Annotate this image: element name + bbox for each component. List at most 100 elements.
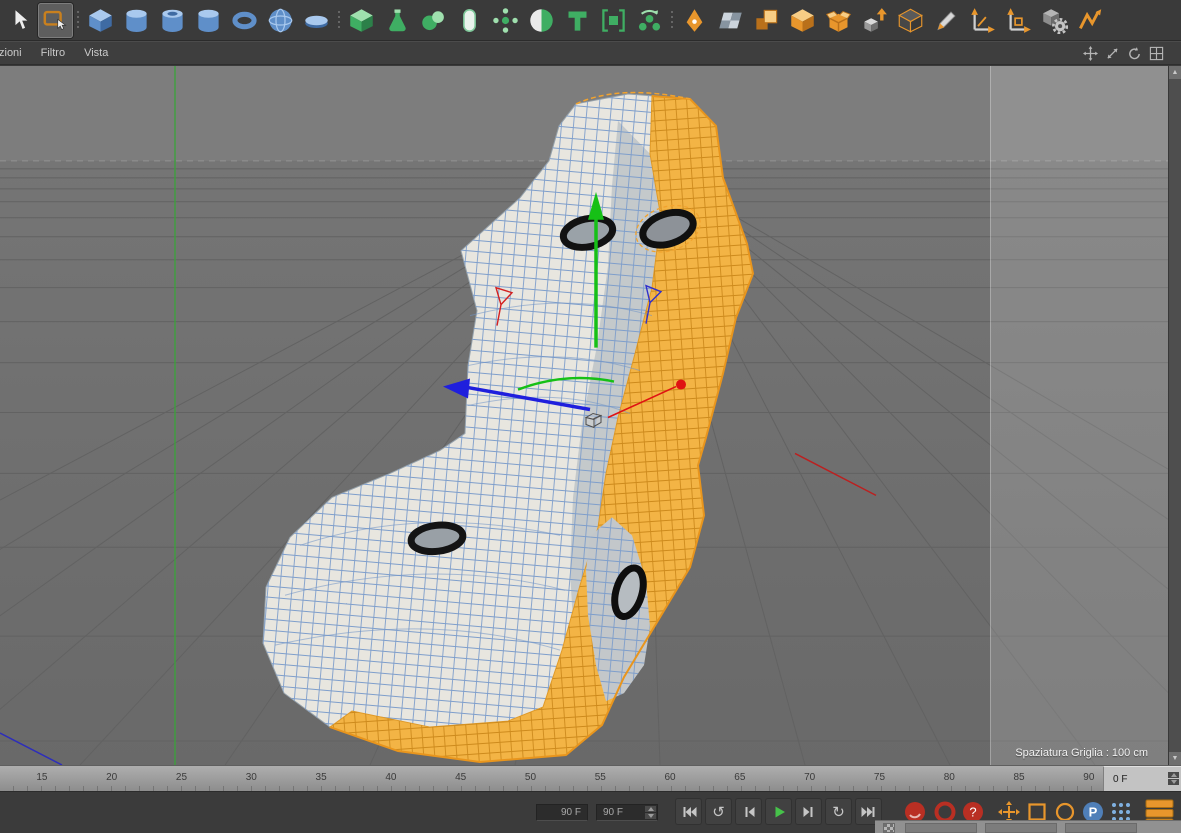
sphere-primitive-icon [267, 7, 294, 34]
zoom-view-icon [1107, 48, 1118, 59]
svg-text:P: P [1089, 805, 1098, 820]
frame-label: 85 [1013, 772, 1025, 783]
loop-button[interactable]: ↻ [825, 798, 852, 825]
arrow-cube-icon [864, 7, 887, 32]
boole-button[interactable] [524, 3, 559, 38]
cropped-panel-edge [875, 820, 1181, 833]
arrow-cube-button[interactable] [857, 3, 892, 38]
cube-poly-icon [789, 7, 816, 34]
wire-cube-icon [898, 8, 923, 33]
cube-primitive-button[interactable] [83, 3, 118, 38]
loop-end-stepper[interactable] [645, 806, 656, 819]
axis-scale-button[interactable] [1001, 3, 1036, 38]
cylinder-primitive-icon [123, 7, 150, 34]
lathe-generator-icon [389, 8, 406, 31]
live-selection-icon [43, 10, 67, 30]
menu-item-opzioni[interactable]: zioni [0, 47, 22, 59]
gear-cube-button[interactable] [1037, 3, 1072, 38]
rotate-view-button[interactable] [1126, 45, 1143, 62]
text-object-button[interactable] [560, 3, 595, 38]
sphere-primitive-button[interactable] [263, 3, 298, 38]
barrel-primitive-icon [195, 7, 222, 34]
cropped-panel-tab [905, 823, 977, 833]
scroll-down-button[interactable]: ▼ [1169, 752, 1181, 765]
zoom-view-button[interactable] [1104, 45, 1121, 62]
tube-primitive-icon [159, 7, 186, 34]
extrude-poly-icon [756, 9, 778, 29]
instance-icon [602, 8, 625, 32]
selection-arrow-icon [14, 7, 30, 30]
gear-cube-icon [1043, 8, 1068, 34]
frame-label: 70 [804, 772, 816, 783]
cropped-panel-tab [1065, 823, 1137, 833]
capsule-icon [463, 8, 476, 32]
cube-poly-button[interactable] [785, 3, 820, 38]
toolbar-separator [74, 3, 82, 38]
toolbar-separator [335, 3, 343, 38]
open-box-button[interactable] [821, 3, 856, 38]
scroll-up-button[interactable]: ▲ [1169, 66, 1181, 79]
toggle-layout-icon [1149, 46, 1164, 61]
lathe-generator-button[interactable] [380, 3, 415, 38]
goto-start-button[interactable] [675, 798, 702, 825]
play-button[interactable] [765, 798, 792, 825]
torus-primitive-button[interactable] [227, 3, 262, 38]
frame-label: 55 [594, 772, 606, 783]
next-frame-button[interactable] [795, 798, 822, 825]
selection-arrow-tool-button[interactable] [2, 3, 37, 38]
frame-stepper[interactable] [1168, 772, 1179, 785]
polygon-plane-icon [719, 12, 742, 28]
top-toolbar [0, 0, 1181, 41]
toggle-layout-button[interactable] [1148, 45, 1165, 62]
viewport-scrollbar[interactable]: ▲ ▼ [1168, 66, 1181, 765]
frame-label: 30 [245, 772, 257, 783]
pan-view-button[interactable] [1082, 45, 1099, 62]
axis-move-button[interactable] [965, 3, 1000, 38]
cloner-button[interactable] [632, 3, 667, 38]
frame-label: 50 [524, 772, 537, 783]
magnet-button[interactable] [1073, 3, 1108, 38]
live-selection-tool-button[interactable] [38, 2, 73, 38]
viewport-3d[interactable]: Spaziatura Griglia : 100 cm [0, 66, 1168, 765]
loop-start-field[interactable]: 90 F [536, 804, 588, 821]
cinema4d-window: zioni Filtro Vista Spaziatura Griglia: … [0, 0, 1181, 833]
play-backwards-icon: ↺ [712, 803, 725, 821]
frame-label: 60 [664, 772, 676, 783]
axis-move-icon [971, 7, 995, 33]
extrude-generator-button[interactable] [344, 3, 379, 38]
cropped-panel-tab [985, 823, 1057, 833]
svg-text:?: ? [969, 805, 976, 820]
tube-primitive-button[interactable] [155, 3, 190, 38]
disc-primitive-icon [303, 7, 330, 34]
viewport-nav-icons [1082, 45, 1165, 62]
viewport-overlay-strip [990, 66, 1168, 765]
spline-pen-button[interactable] [677, 3, 712, 38]
pencil-button[interactable] [929, 3, 964, 38]
polygon-plane-button[interactable] [713, 3, 748, 38]
instance-button[interactable] [596, 3, 631, 38]
barrel-primitive-button[interactable] [191, 3, 226, 38]
metaball-icon [422, 10, 444, 30]
open-box-icon [825, 10, 852, 32]
disc-primitive-button[interactable] [299, 3, 334, 38]
menu-item-vista[interactable]: Vista [84, 47, 108, 59]
magnet-icon [1079, 8, 1102, 29]
wire-cube-button[interactable] [893, 3, 928, 38]
frame-label: 25 [175, 772, 188, 783]
capsule-button[interactable] [452, 3, 487, 38]
current-frame-field[interactable]: 0 F [1103, 766, 1181, 791]
play-icon [775, 806, 785, 817]
frame-label: 35 [315, 772, 327, 783]
timeline-ruler[interactable]: 15 20 25 30 35 40 45 50 55 60 65 70 75 80 85 90 0 F [0, 765, 1181, 791]
menu-item-filtro[interactable]: Filtro [41, 47, 65, 59]
extrude-poly-button[interactable] [749, 3, 784, 38]
frame-label: 40 [385, 772, 397, 783]
array-button[interactable] [488, 3, 523, 38]
frame-label: 75 [873, 772, 886, 783]
metaball-button[interactable] [416, 3, 451, 38]
goto-end-icon [861, 806, 874, 817]
previous-frame-button[interactable] [735, 798, 762, 825]
loop-end-field[interactable]: 90 F [596, 804, 658, 821]
cylinder-primitive-button[interactable] [119, 3, 154, 38]
play-backwards-button[interactable]: ↺ [705, 798, 732, 825]
